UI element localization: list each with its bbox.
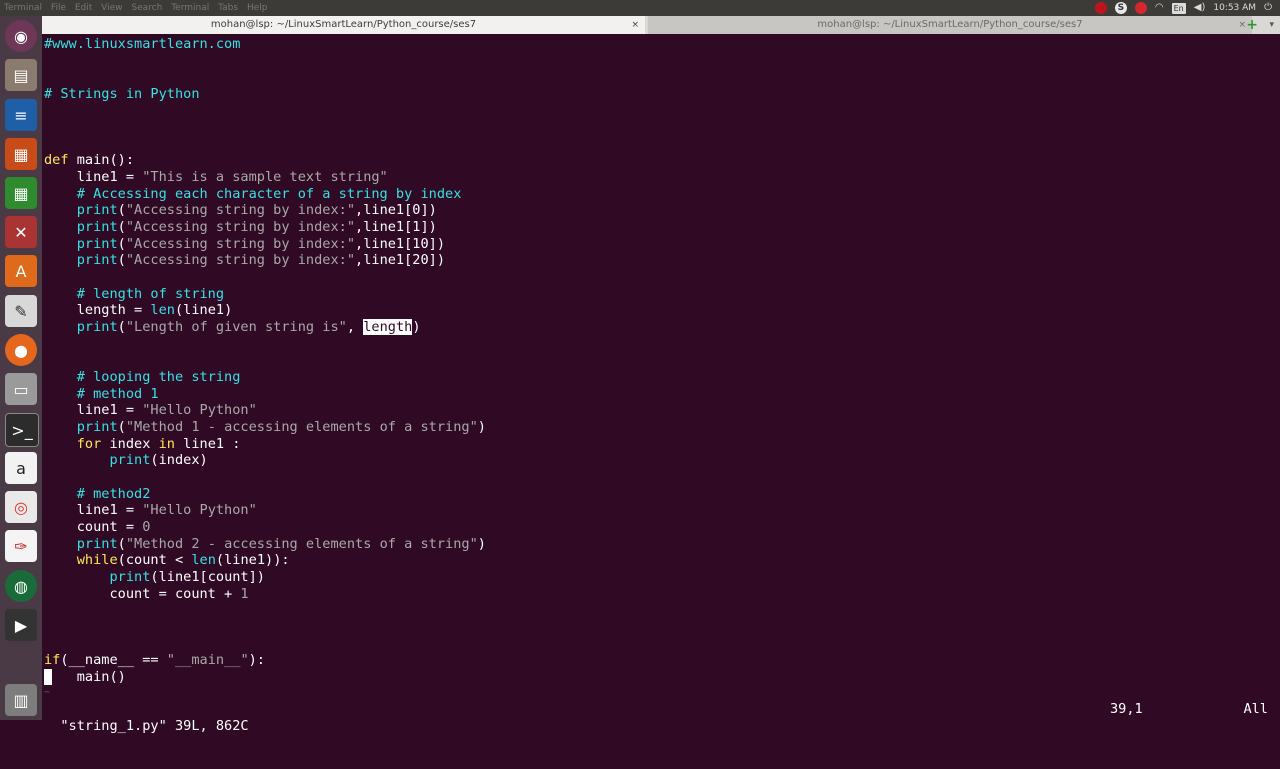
volume-icon[interactable]: ◀) [1194, 0, 1206, 16]
search-highlight: length [363, 319, 413, 335]
menu-edit[interactable]: Edit [75, 3, 92, 13]
code-line: line1 = "Hello Python" [44, 402, 257, 418]
system-tray: S ◠ En ◀) 10:53 AM ⏻ [1094, 0, 1272, 16]
code-line: print(line1[count]) [109, 569, 265, 585]
file-info: "string_1.py" 39L, 862C [60, 718, 249, 734]
menu-tabs[interactable]: Tabs [218, 3, 238, 13]
tab-active-title: mohan@lsp: ~/LinuxSmartLearn/Python_cour… [210, 19, 477, 30]
code-line: for index in line1 : [76, 436, 241, 452]
code-line: count = count + 1 [44, 586, 249, 602]
tab-active[interactable]: mohan@lsp: ~/LinuxSmartLearn/Python_cour… [42, 16, 645, 34]
code-line: print("Method 1 - accessing elements of … [76, 419, 486, 435]
menu-terminal-app[interactable]: Terminal [4, 3, 42, 13]
code-line: print("Method 2 - accessing elements of … [76, 536, 486, 552]
code-line: while(count < len(line1)): [76, 552, 290, 568]
settings-icon[interactable]: ✕ [5, 216, 37, 248]
new-tab-icon[interactable]: + [1246, 16, 1258, 34]
code-line: # method2 [44, 486, 151, 502]
code-line: # Accessing each character of a string b… [44, 186, 462, 202]
menu-terminal[interactable]: Terminal [171, 3, 209, 13]
code-line: print("Length of given string is", lengt… [76, 319, 421, 335]
impress-icon[interactable]: ▦ [5, 138, 37, 170]
code-line: def main(): [44, 152, 135, 168]
code-line: print(index) [109, 452, 208, 468]
terminal-icon[interactable]: >_ [5, 413, 39, 447]
empty-line-marker: ~ [44, 687, 51, 698]
code-line: print("Accessing string by index:",line1… [76, 219, 437, 235]
video-icon[interactable]: ▶ [5, 609, 37, 641]
code-line: print("Accessing string by index:",line1… [76, 202, 437, 218]
code-line: print("Accessing string by index:",line1… [76, 252, 446, 268]
code-line: length = len(line1) [44, 302, 233, 318]
menu-help[interactable]: Help [247, 3, 268, 13]
software-icon[interactable]: A [5, 255, 37, 287]
ubuntu-icon[interactable]: ◉ [5, 20, 37, 52]
close-icon[interactable]: × [1238, 16, 1246, 34]
cursor-position: 39,1 [1110, 701, 1143, 717]
code-line: count = 0 [44, 519, 151, 535]
editor-icon[interactable]: ✎ [5, 295, 37, 327]
menu-bar: Terminal File Edit View Search Terminal … [4, 0, 273, 16]
system-top-bar: Terminal File Edit View Search Terminal … [0, 0, 1280, 16]
clock[interactable]: 10:53 AM [1213, 0, 1256, 16]
code-line: main() [44, 669, 126, 685]
calc-icon[interactable]: ▦ [5, 177, 37, 209]
tab-inactive-title: mohan@lsp: ~/LinuxSmartLearn/Python_cour… [817, 19, 1083, 30]
menu-view[interactable]: View [101, 3, 122, 13]
code-line: line1 = "This is a sample text string" [44, 169, 388, 185]
text-cursor [44, 669, 53, 685]
vim-status-line: "string_1.py" 39L, 862C 39,1 All [44, 701, 1274, 734]
firefox-icon[interactable]: ● [5, 334, 37, 366]
chevron-down-icon[interactable]: ▾ [1269, 16, 1274, 34]
keyboard-language[interactable]: En [1171, 2, 1186, 14]
code-line: line1 = "Hello Python" [44, 502, 257, 518]
scroll-indicator: All [1243, 701, 1268, 717]
launcher: ◉ ▤ ≡ ▦ ▦ ✕ A ✎ ● ▭ >_ a ◎ ✑ ◍ ▶ ▥ [0, 16, 42, 720]
code-line: #www.linuxsmartlearn.com [44, 36, 241, 52]
no-entry-icon[interactable] [1134, 2, 1147, 14]
scribble-icon[interactable]: ✑ [5, 530, 37, 562]
writer-icon[interactable]: ≡ [5, 99, 37, 131]
code-line: # length of string [44, 286, 225, 302]
code-line: # Strings in Python [44, 86, 200, 102]
amazon-icon[interactable]: a [5, 452, 37, 484]
tab-inactive[interactable]: mohan@lsp: ~/LinuxSmartLearn/Python_cour… [648, 16, 1252, 34]
close-icon[interactable]: × [631, 16, 639, 34]
files-icon[interactable]: ▤ [5, 59, 37, 91]
record-icon[interactable] [1094, 2, 1107, 14]
power-icon[interactable]: ⏻ [1264, 0, 1272, 16]
wifi-icon[interactable]: ◠ [1155, 0, 1164, 16]
skype-icon[interactable]: S [1114, 2, 1127, 14]
code-line: # looping the string [44, 369, 241, 385]
code-line: if(__name__ == "__main__"): [44, 652, 265, 668]
menu-search[interactable]: Search [131, 3, 162, 13]
menu-file[interactable]: File [51, 3, 66, 13]
code-line: print("Accessing string by index:",line1… [76, 236, 446, 252]
code-line: # method 1 [44, 386, 159, 402]
chrome-icon[interactable]: ◎ [5, 491, 37, 523]
vim-editor[interactable]: #www.linuxsmartlearn.com # Strings in Py… [44, 34, 1280, 699]
globe-icon[interactable]: ◍ [5, 570, 37, 602]
trash-icon[interactable]: ▥ [5, 684, 37, 716]
drive-icon[interactable]: ▭ [5, 373, 37, 405]
terminal-tab-bar: mohan@lsp: ~/LinuxSmartLearn/Python_cour… [42, 16, 1280, 34]
